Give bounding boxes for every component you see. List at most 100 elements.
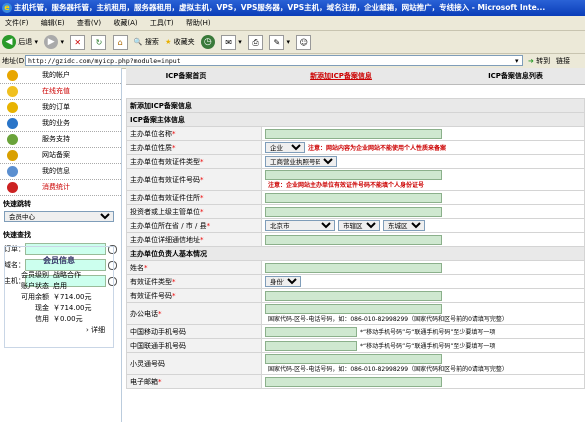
required-mark: * xyxy=(200,175,204,184)
text-input[interactable] xyxy=(265,376,442,387)
address-bar: 地址(D) http://gzidc.com/myicp.php?module=… xyxy=(0,54,585,69)
tab-icp-home[interactable]: ICP备案首页 xyxy=(126,68,246,84)
sidebar-menu: 我的帐户在线充值 我的订单 我的业务服务支持网站备案我的信息消费统计 xyxy=(0,68,121,196)
menu-view[interactable]: 查看(V) xyxy=(72,16,106,30)
address-input[interactable]: http://gzidc.com/myicp.php?module=input xyxy=(25,55,523,66)
field-label: 主办单位详细通信地址 xyxy=(130,235,200,244)
stop-button[interactable]: ✕ xyxy=(70,31,86,53)
forward-button[interactable]: ▶ ▾ xyxy=(44,31,64,53)
text-input[interactable] xyxy=(265,340,357,351)
text-input[interactable] xyxy=(265,326,357,337)
member-info-row: 账户状态 启用 xyxy=(13,281,113,292)
text-input[interactable] xyxy=(265,206,442,217)
sidebar-item-label: 服务支持 xyxy=(42,135,70,143)
text-input[interactable] xyxy=(265,262,442,273)
quick-jump-select[interactable]: 会员中心 xyxy=(4,211,114,222)
field-label: 主办单位名称 xyxy=(130,129,172,138)
member-info-row: 信用 ￥0.00元 xyxy=(13,314,113,325)
required-mark: * xyxy=(172,291,176,300)
section-title-subject: ICP备案主体信息 xyxy=(126,112,585,127)
print-button[interactable]: ⎙ xyxy=(248,31,264,53)
menu-help[interactable]: 帮助(H) xyxy=(181,16,216,30)
mail-button[interactable]: ✉ ▾ xyxy=(221,31,242,53)
member-info-key: 可用余额 xyxy=(21,293,49,301)
member-info-key: 账户状态 xyxy=(21,282,49,290)
history-button[interactable]: ◷ xyxy=(200,31,215,53)
sidebar-item-label: 消费统计 xyxy=(42,183,70,191)
member-detail-link[interactable]: › 详细 xyxy=(5,325,105,335)
sidebar-item[interactable]: 服务支持 xyxy=(0,132,121,148)
window-title: 主机托管，服务器托管，主机租用，服务器租用，虚拟主机，VPS，VPS服务器，VP… xyxy=(14,3,546,12)
member-info-value: 启用 xyxy=(53,282,67,290)
city-select[interactable]: 市辖区 xyxy=(338,220,380,231)
form-row: 投资者或上级主管单位* xyxy=(126,204,585,219)
quick-search-title: 快速查找 xyxy=(3,231,31,239)
refresh-button[interactable]: ↻ xyxy=(91,31,107,53)
form-page-title: 新添加ICP备案信息 xyxy=(126,98,585,113)
text-input[interactable] xyxy=(265,304,442,314)
select-field[interactable]: 企业 xyxy=(265,142,305,153)
form-row: 主办单位名称* xyxy=(126,126,585,141)
home-button[interactable]: ⌂ xyxy=(112,31,128,53)
sidebar-item[interactable]: 我的业务 xyxy=(0,116,121,132)
go-button[interactable]: ➜ 转到 xyxy=(528,54,550,68)
back-button[interactable]: ◀ 后退 ▾ xyxy=(2,31,38,53)
sidebar-item[interactable]: 在线充值 xyxy=(0,84,121,100)
main-content: ICP备案首页 新添加ICP备案信息 ICP备案信息列表 新添加ICP备案信息 I… xyxy=(126,68,585,422)
field-label: 中国联通手机号码 xyxy=(130,341,186,350)
menu-file[interactable]: 文件(F) xyxy=(0,16,34,30)
sidebar-item-label: 我的帐户 xyxy=(42,71,70,79)
menu-tools[interactable]: 工具(T) xyxy=(145,16,179,30)
sidebar-item[interactable]: 网站备案 xyxy=(0,148,121,164)
tab-add-icp[interactable]: 新添加ICP备案信息 xyxy=(281,68,401,84)
home-icon: ⌂ xyxy=(112,34,128,50)
sidebar-item[interactable]: 我的信息 xyxy=(0,164,121,180)
section-title-person: 主办单位负责人基本情况 xyxy=(126,246,585,261)
menu-favorites[interactable]: 收藏(A) xyxy=(108,16,142,30)
field-label: 小灵通号码 xyxy=(130,359,165,368)
select-field[interactable]: 工商营业执照号码 xyxy=(265,156,337,167)
favorites-button[interactable]: ★ 收藏夹 xyxy=(165,31,195,53)
member-info-key: 会员级别 xyxy=(21,271,49,279)
required-mark: * xyxy=(172,277,176,286)
sidebar-item[interactable]: 我的订单 xyxy=(0,100,121,116)
member-info-row: 现金 ￥714.00元 xyxy=(13,303,113,314)
messenger-button[interactable]: ☺ xyxy=(296,31,312,53)
form-row: 主办单位详细通信地址* xyxy=(126,232,585,247)
menu-item-icon xyxy=(7,118,18,129)
sidebar-item[interactable]: 消费统计 xyxy=(0,180,121,196)
text-input[interactable] xyxy=(265,234,442,245)
field-note: *“移动手机号码”与“联通手机号码”至少要填写一项 xyxy=(360,342,496,350)
text-input[interactable] xyxy=(265,192,442,203)
member-info-key: 现金 xyxy=(35,304,49,312)
province-select[interactable]: 北京市 xyxy=(265,220,335,231)
member-info-value: ￥0.00元 xyxy=(53,315,83,323)
member-info-row: 可用余额 ￥714.00元 xyxy=(13,292,113,303)
district-select[interactable]: 东城区 xyxy=(383,220,425,231)
search-button[interactable]: 🔍 搜索 xyxy=(134,31,159,53)
select-field[interactable]: 身份证 xyxy=(265,276,301,287)
menu-item-icon xyxy=(7,166,18,177)
form-row: 有效证件类型* 身份证 xyxy=(126,274,585,289)
tab-icp-list[interactable]: ICP备案信息列表 xyxy=(446,68,585,84)
mail-icon: ✉ xyxy=(221,34,237,50)
links-label[interactable]: 链接 xyxy=(556,54,570,68)
member-info-rows: 会员级别 战略合作 账户状态 启用 可用余额 ￥714.00元 现金 ￥714.00元 信用 ￥0… xyxy=(5,270,113,325)
text-input[interactable] xyxy=(265,290,442,301)
back-arrow-icon: ◀ xyxy=(2,35,16,49)
edit-button[interactable]: ✎ ▾ xyxy=(269,31,290,53)
menu-edit[interactable]: 编辑(E) xyxy=(36,16,70,30)
field-note: 注意：企业网站主办单位有效证件号码不能填个人身份证号 xyxy=(268,182,425,189)
form-row: 办公电话* 国家代码-区号-电话号码，如：086-010-82998299（国家代… xyxy=(126,302,585,325)
field-label: 主办单位所在省 / 市 / 县 xyxy=(130,221,207,230)
address-dropdown-icon[interactable]: ▾ xyxy=(515,54,519,68)
text-input[interactable] xyxy=(265,354,442,364)
text-input[interactable] xyxy=(265,128,442,139)
sidebar-item-label: 我的信息 xyxy=(42,167,70,175)
menu-bar: 文件(F) 编辑(E) 查看(V) 收藏(A) 工具(T) 帮助(H) xyxy=(0,16,585,31)
text-input[interactable] xyxy=(265,170,442,180)
refresh-icon: ↻ xyxy=(91,34,107,50)
field-note: 注意：网站内容为企业网站不能使用个人性质来备案 xyxy=(308,145,447,152)
sidebar-item[interactable]: 我的帐户 xyxy=(0,68,121,84)
required-mark: * xyxy=(200,157,204,166)
